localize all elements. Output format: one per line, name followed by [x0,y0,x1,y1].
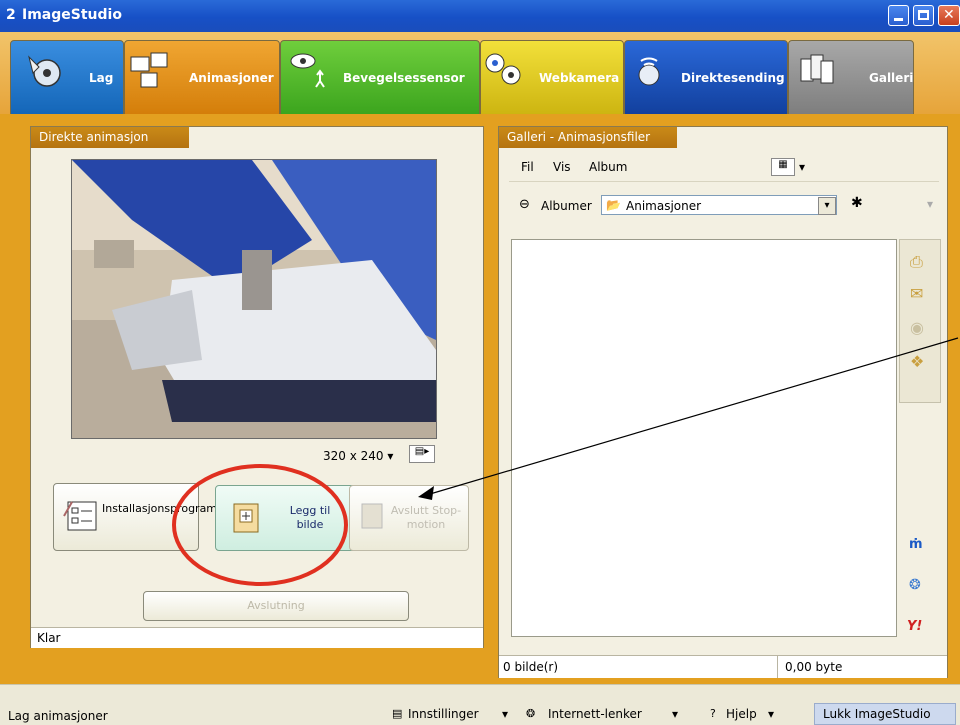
settings-label: Innstillinger [408,707,479,721]
links-label: Internett-lenker [548,707,642,721]
chevron-down-icon: ▾ [502,707,509,721]
chevron-down-icon: ▾ [768,707,775,721]
chevron-down-icon: ▾ [672,707,679,721]
help-icon: ? [710,707,716,720]
annotation-arrow-line [429,337,959,495]
close-app-button[interactable]: Lukk ImageStudio [814,703,956,725]
link-icon: ❂ [526,707,536,720]
annotation-overlay [172,337,959,586]
settings-icon: ▤ [392,707,403,720]
annotation-arrow-head [418,486,434,500]
highlight-circle [172,464,348,586]
help-label: Hjelp [726,707,757,721]
status-bar: Lag animasjoner ▤ Innstillinger ▾ ❂ Inte… [0,684,960,725]
close-app-label: Lukk ImageStudio [823,707,931,721]
status-text: Lag animasjoner [8,709,108,723]
